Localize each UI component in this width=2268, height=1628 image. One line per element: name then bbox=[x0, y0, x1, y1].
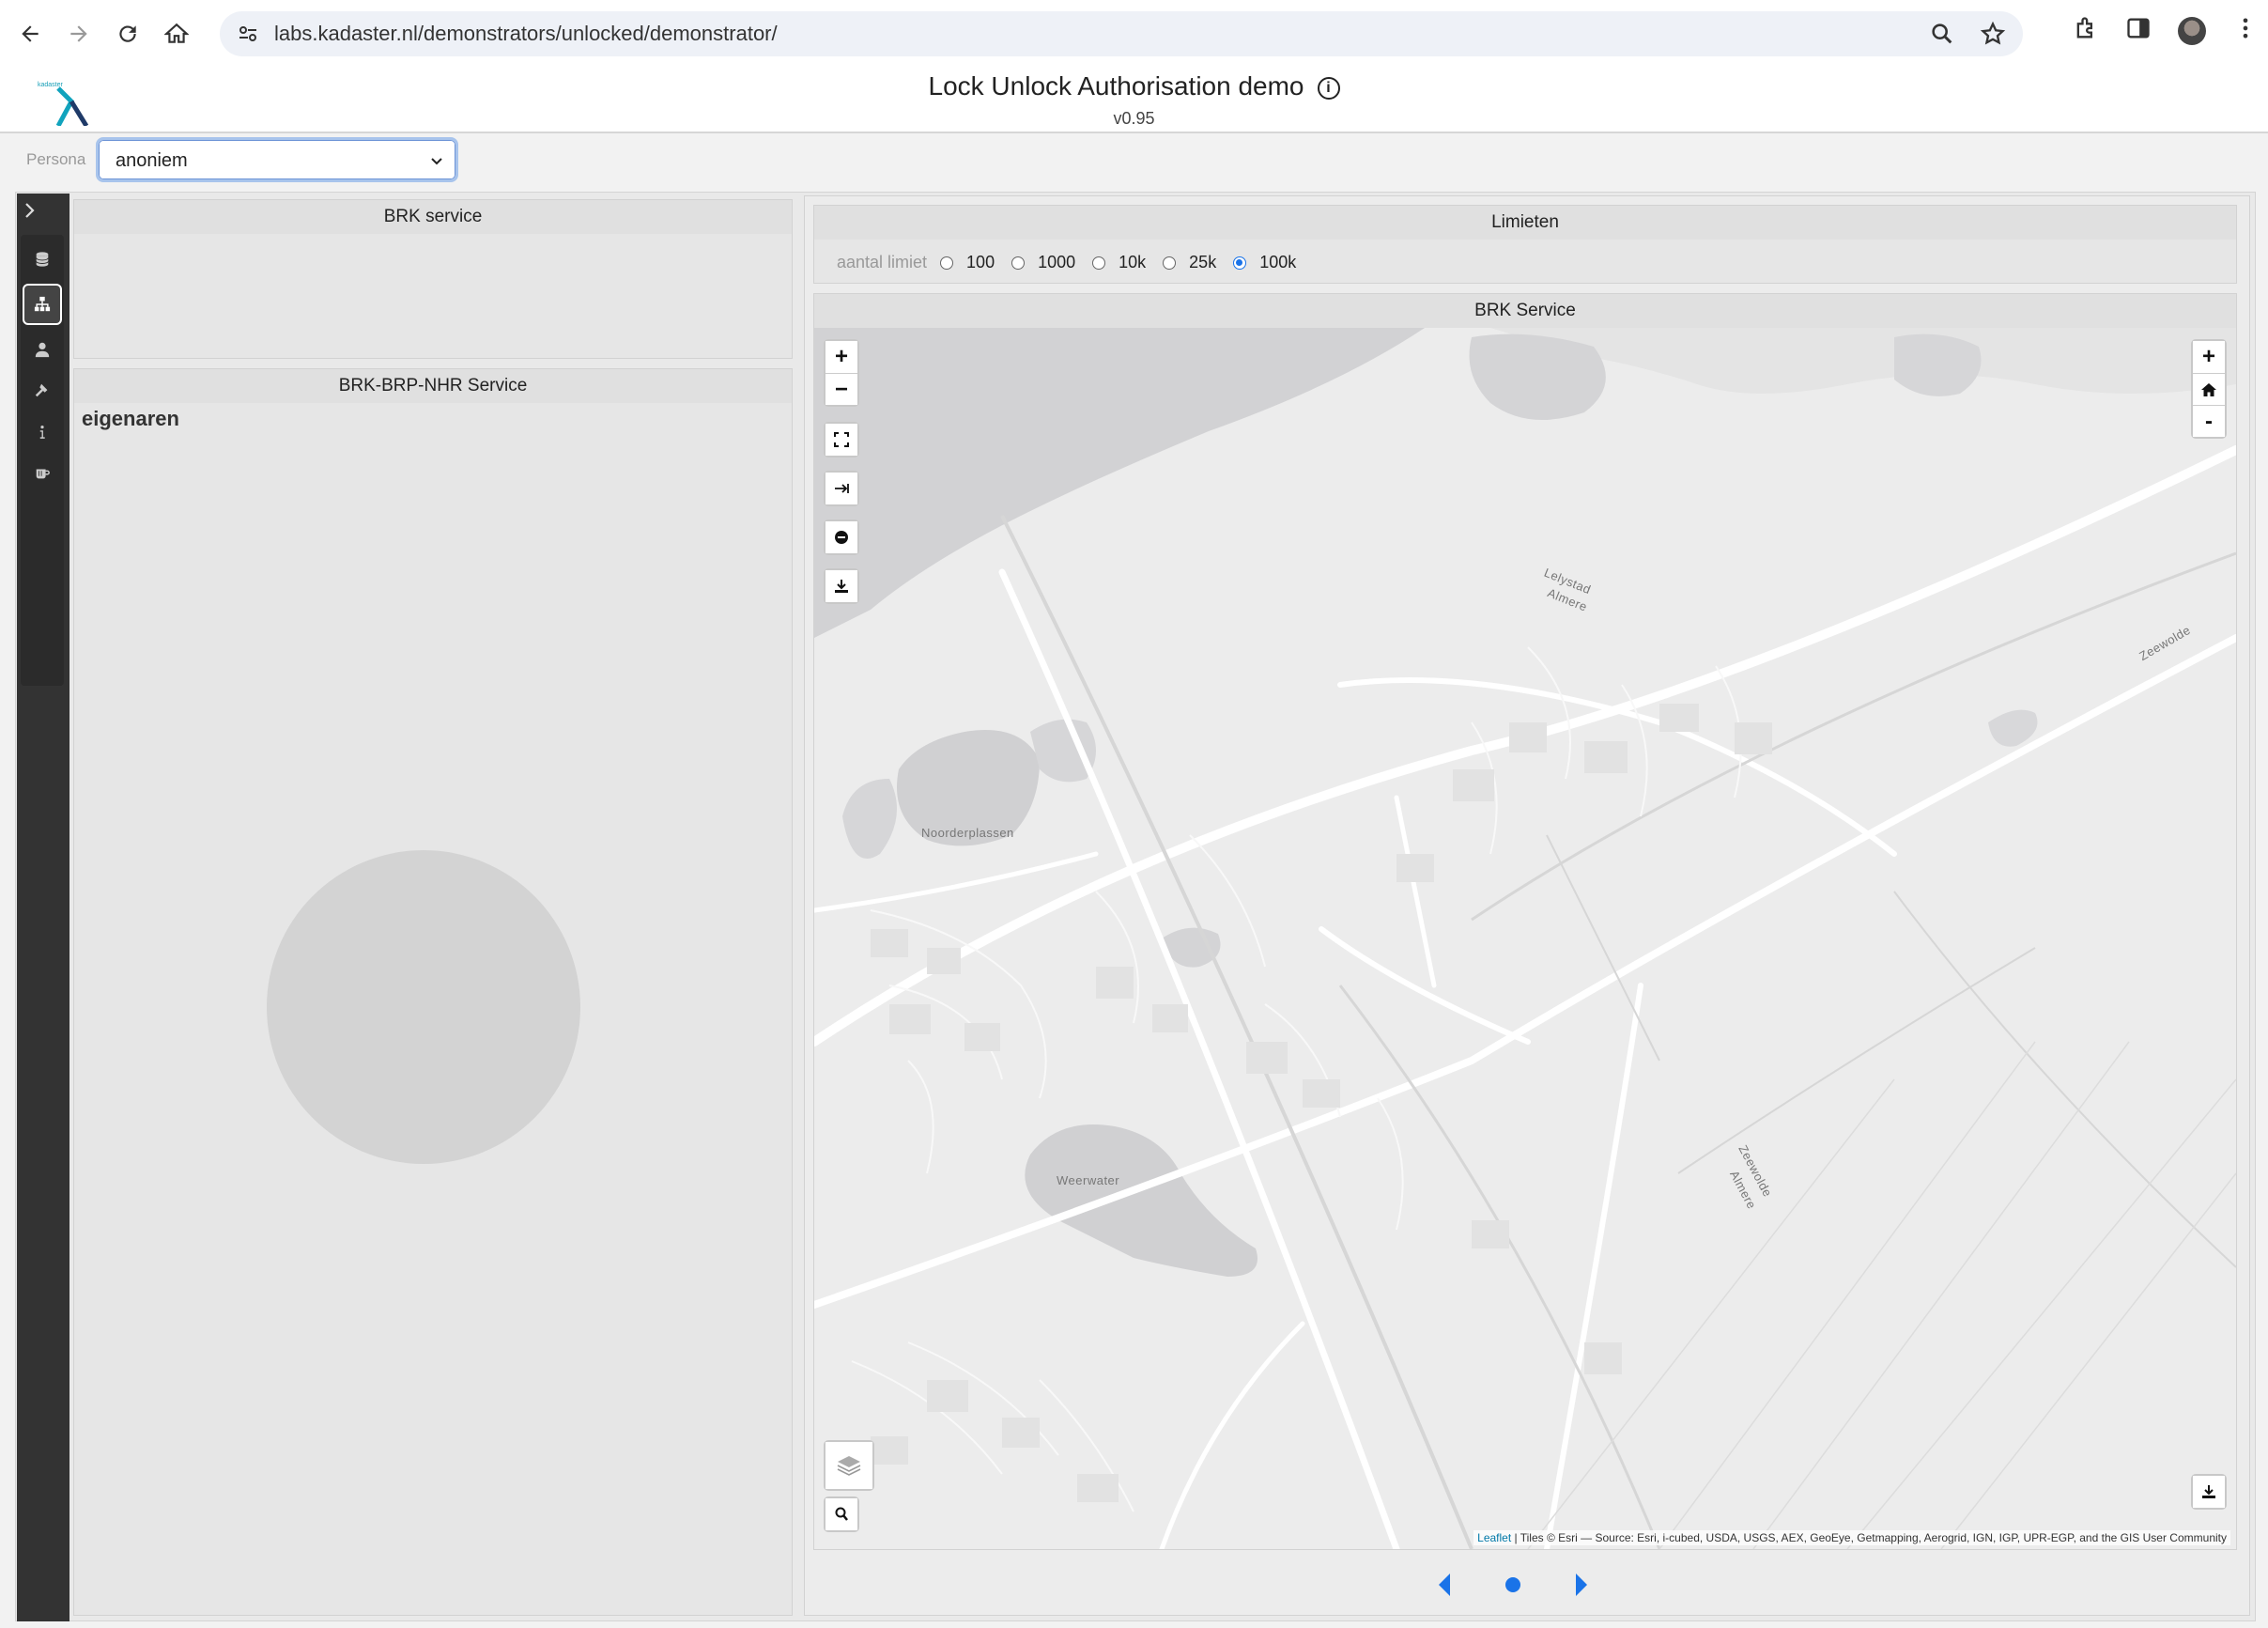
map-tiles bbox=[814, 328, 2236, 1549]
graph-node[interactable] bbox=[267, 850, 580, 1164]
zoom-control: + − bbox=[824, 339, 859, 407]
zoom-icon[interactable] bbox=[1929, 21, 1955, 52]
sidebar-item-database[interactable] bbox=[23, 239, 62, 280]
arrow-right-bar-icon[interactable] bbox=[825, 473, 857, 504]
attribution-text: | Tiles © Esri — Source: Esri, i-cubed, … bbox=[1511, 1531, 2227, 1544]
panel-title: BRK service bbox=[74, 200, 792, 234]
app-version: v0.95 bbox=[1113, 109, 1155, 128]
sidebar-menu bbox=[21, 235, 64, 686]
search-icon[interactable] bbox=[825, 1498, 857, 1530]
zoom-out-button[interactable]: − bbox=[825, 373, 857, 405]
download-control bbox=[824, 568, 859, 604]
carousel-pager bbox=[1437, 1573, 1589, 1597]
panel-title: BRK Service bbox=[814, 294, 2236, 328]
sitemap-icon bbox=[34, 296, 51, 312]
radio-1000[interactable] bbox=[1011, 256, 1026, 270]
reload-icon[interactable] bbox=[109, 15, 147, 53]
persona-select[interactable]: anoniem bbox=[96, 137, 458, 182]
database-icon bbox=[36, 252, 49, 267]
sidebar-item-tools[interactable] bbox=[23, 370, 62, 411]
radio-25k[interactable] bbox=[1163, 256, 1177, 270]
panel-title: Limieten bbox=[814, 206, 2236, 240]
info-icon[interactable]: i bbox=[1317, 77, 1340, 100]
forward-icon[interactable] bbox=[60, 15, 98, 53]
nav-control: + - bbox=[2191, 339, 2227, 439]
coffee-icon bbox=[36, 469, 50, 479]
menu-dots-icon[interactable] bbox=[2232, 15, 2259, 46]
extensions-icon[interactable] bbox=[2073, 15, 2099, 46]
radio-100[interactable] bbox=[940, 256, 954, 270]
page-dot[interactable] bbox=[1504, 1576, 1521, 1593]
map-attribution: Leaflet | Tiles © Esri — Source: Esri, i… bbox=[1473, 1530, 2230, 1545]
minus-circle-icon[interactable] bbox=[825, 521, 857, 553]
caret-left-icon[interactable] bbox=[1437, 1573, 1452, 1597]
map-label-noorderplassen: Noorderplassen bbox=[921, 826, 1014, 840]
limit-label: aantal limiet bbox=[837, 253, 928, 271]
url-text[interactable]: labs.kadaster.nl/demonstrators/unlocked/… bbox=[274, 22, 778, 46]
clear-control bbox=[824, 519, 859, 555]
extent-control bbox=[824, 471, 859, 506]
fullscreen-control bbox=[824, 422, 859, 457]
browser-toolbar: labs.kadaster.nl/demonstrators/unlocked/… bbox=[0, 0, 2268, 68]
map-panel: BRK Service Noorderplassen Weerwater Zee… bbox=[813, 293, 2237, 1550]
address-bar[interactable]: labs.kadaster.nl/demonstrators/unlocked/… bbox=[220, 11, 2023, 56]
panel-title: BRK-BRP-NHR Service bbox=[74, 369, 792, 403]
sidebar-item-user[interactable] bbox=[23, 329, 62, 370]
site-settings-icon[interactable] bbox=[235, 21, 261, 47]
fullscreen-icon[interactable] bbox=[825, 424, 857, 456]
section-heading: eigenaren bbox=[82, 407, 179, 430]
title-text: Lock Unlock Authorisation demo bbox=[928, 71, 1304, 101]
sidebar-item-info[interactable] bbox=[23, 411, 62, 453]
limieten-panel: Limieten aantal limiet 100 1000 10k 25k … bbox=[813, 205, 2237, 284]
download-icon[interactable] bbox=[825, 570, 857, 602]
layers-icon[interactable] bbox=[825, 1442, 872, 1489]
zoom-out-button[interactable]: - bbox=[2193, 405, 2225, 437]
zoom-in-button[interactable]: + bbox=[825, 341, 857, 373]
sidebar-item-sitemap[interactable] bbox=[23, 284, 62, 325]
sidebar bbox=[17, 194, 69, 1621]
home-icon[interactable] bbox=[2193, 373, 2225, 405]
persona-selected-value: anoniem bbox=[116, 150, 188, 171]
limit-radio-group: aantal limiet 100 1000 10k 25k 100k bbox=[837, 253, 1313, 272]
app-header: kadaster Lock Unlock Authorisation demo i… bbox=[0, 68, 2268, 133]
back-icon[interactable] bbox=[11, 15, 49, 53]
hammer-icon bbox=[35, 383, 48, 397]
brk-service-panel: BRK service bbox=[73, 199, 793, 359]
avatar[interactable] bbox=[2178, 16, 2206, 45]
home-icon[interactable] bbox=[158, 15, 195, 53]
bookmark-star-icon[interactable] bbox=[1980, 21, 2006, 52]
download-icon[interactable] bbox=[2193, 1476, 2225, 1508]
radio-label: 10k bbox=[1119, 253, 1147, 271]
radio-100k[interactable] bbox=[1233, 256, 1247, 270]
leaflet-link[interactable]: Leaflet bbox=[1477, 1531, 1511, 1544]
radio-label: 1000 bbox=[1038, 253, 1076, 271]
sidebar-item-coffee[interactable] bbox=[23, 453, 62, 494]
persona-label: Persona bbox=[26, 150, 86, 168]
persona-bar: Persona anoniem bbox=[0, 133, 2268, 186]
caret-right-icon[interactable] bbox=[1574, 1573, 1589, 1597]
page-title: Lock Unlock Authorisation demo i bbox=[0, 71, 2268, 101]
chevron-down-icon bbox=[431, 158, 442, 165]
chevron-right-icon[interactable] bbox=[19, 199, 41, 222]
radio-label: 100 bbox=[966, 253, 995, 271]
radio-label: 25k bbox=[1189, 253, 1217, 271]
search-control bbox=[824, 1496, 859, 1532]
side-panel-icon[interactable] bbox=[2125, 15, 2152, 46]
info-icon bbox=[39, 425, 45, 439]
user-icon bbox=[35, 342, 50, 358]
zoom-in-button[interactable]: + bbox=[2193, 341, 2225, 373]
export-control bbox=[2191, 1474, 2227, 1510]
map-canvas[interactable]: Noorderplassen Weerwater Zeewolde Zeewol… bbox=[814, 328, 2236, 1549]
radio-label: 100k bbox=[1259, 253, 1297, 271]
brk-brp-nhr-panel: BRK-BRP-NHR Service eigenaren bbox=[73, 368, 793, 1616]
map-label-weerwater: Weerwater bbox=[1057, 1173, 1120, 1187]
radio-10k[interactable] bbox=[1092, 256, 1106, 270]
layers-control bbox=[824, 1440, 874, 1491]
